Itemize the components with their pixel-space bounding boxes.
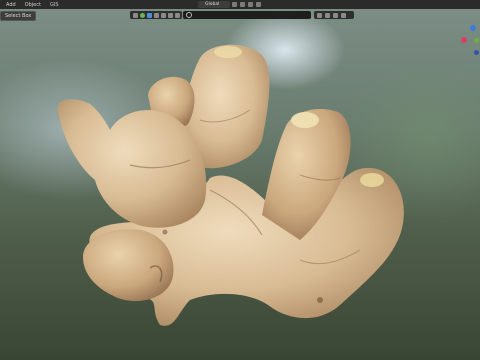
pivot-icon[interactable] [232,2,237,7]
transform-orientation-dropdown[interactable]: Global [198,1,230,8]
snap-target-icon[interactable] [248,2,253,7]
orientation-label: Global [205,2,220,7]
shading-icon[interactable] [333,12,338,18]
overlay-toolbar [314,11,354,19]
gizmo-neg-axis[interactable] [474,50,479,55]
snapping-controls [232,1,261,8]
search-input[interactable] [183,11,311,19]
move-icon[interactable] [147,12,152,18]
ginger-model[interactable] [0,0,480,360]
menu-item-add[interactable]: Add [6,2,16,8]
ginger-nodule [82,229,174,302]
navigation-gizmo[interactable] [458,24,480,58]
search-icon [186,12,192,18]
proportional-edit-icon[interactable] [256,2,261,7]
menu-item-gis[interactable]: GIS [50,2,59,8]
transform-icon[interactable] [168,12,173,18]
snap-icon[interactable] [240,2,245,7]
scale-icon[interactable] [161,12,166,18]
select-mode-label: Select Box [5,13,32,19]
annotate-icon[interactable] [175,12,180,18]
overlay-icon[interactable] [325,12,330,18]
gizmo-x-axis[interactable] [461,37,467,43]
object-mode-icon[interactable] [140,12,145,18]
filter-icon[interactable] [341,12,346,18]
gizmo-z-axis[interactable] [470,25,476,31]
select-mode-dropdown[interactable]: Select Box [0,11,37,21]
gizmo-y-axis[interactable] [474,38,479,43]
viewport-toolbar [130,11,182,19]
cursor-icon[interactable] [133,12,138,18]
menu-item-object[interactable]: Object [25,2,41,8]
view-icon[interactable] [317,12,322,18]
3d-viewport[interactable] [0,0,480,360]
rotate-icon[interactable] [154,12,159,18]
